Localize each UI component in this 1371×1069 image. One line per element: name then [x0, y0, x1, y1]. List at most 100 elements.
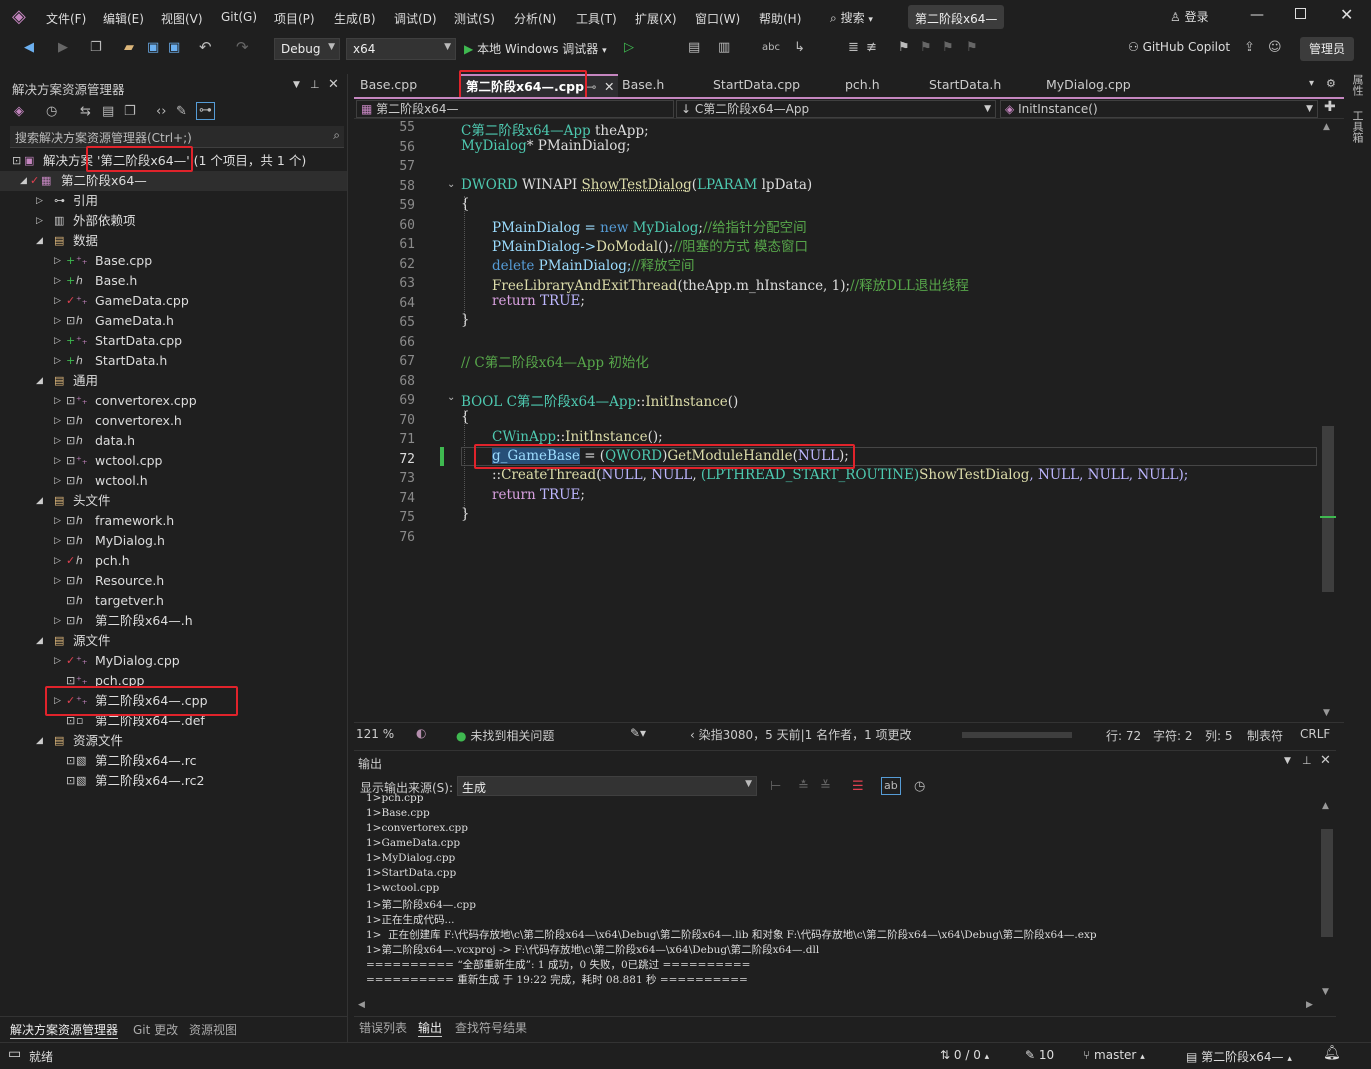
close-icon[interactable]: ✕: [604, 76, 614, 98]
repo-indicator[interactable]: ▤ 第二阶段x64— ▴: [1186, 1048, 1292, 1065]
start-without-debug-icon[interactable]: ▷: [624, 40, 634, 56]
start-debug-button[interactable]: ▶ 本地 Windows 调试器 ▾: [464, 40, 607, 57]
collapsed-icon[interactable]: ▷: [54, 291, 61, 311]
menu-tools[interactable]: 工具(T): [576, 10, 617, 27]
menu-extensions[interactable]: 扩展(X): [635, 10, 677, 27]
output-hscroll[interactable]: ◀ ▶: [354, 1000, 1318, 1014]
uncomment-icon[interactable]: ≢: [866, 40, 877, 56]
branch-indicator[interactable]: ⑂ master ▴: [1083, 1048, 1145, 1062]
bookmark-clear-icon[interactable]: ⚑: [966, 40, 978, 56]
char-indicator[interactable]: 字符: 2: [1153, 727, 1193, 744]
forward-icon[interactable]: ▶: [58, 40, 68, 56]
expanded-icon[interactable]: ◢: [36, 371, 43, 391]
project-node[interactable]: ◢ ✓ ▦ 第二阶段x64—: [0, 171, 347, 191]
collapse-icon[interactable]: ▤: [102, 104, 114, 120]
output-scrollbar[interactable]: ▲ ▼: [1320, 801, 1334, 1001]
new-project-icon[interactable]: ❐: [90, 40, 102, 56]
scroll-up-icon[interactable]: ▲: [1322, 801, 1329, 811]
global-search[interactable]: ⌕ 搜索 ▾: [830, 9, 873, 26]
tab-base-cpp[interactable]: Base.cpp: [354, 74, 458, 98]
platform-select[interactable]: x64 ▼: [346, 38, 456, 60]
login-button[interactable]: ♙ 登录: [1170, 8, 1209, 25]
prev-message-icon[interactable]: ≛: [798, 779, 809, 795]
menu-edit[interactable]: 编辑(E): [103, 10, 144, 27]
scroll-down-icon[interactable]: ▼: [1323, 708, 1330, 718]
settings-icon[interactable]: ⚙: [1326, 77, 1336, 90]
show-all-icon[interactable]: ❐: [124, 104, 136, 120]
menu-test[interactable]: 测试(S): [454, 10, 495, 27]
preview-icon[interactable]: ⊶: [196, 102, 215, 120]
scroll-thumb[interactable]: [1321, 829, 1333, 937]
collapsed-icon[interactable]: ▷: [54, 431, 61, 451]
next-message-icon[interactable]: ≚: [820, 779, 831, 795]
tab-output[interactable]: 输出: [418, 1019, 443, 1037]
col-indicator[interactable]: 列: 5: [1205, 727, 1233, 744]
menu-git[interactable]: Git(G): [221, 10, 257, 24]
tab-find-symbol[interactable]: 查找符号结果: [455, 1019, 527, 1036]
collapsed-icon[interactable]: ▷: [54, 271, 61, 291]
eol-indicator[interactable]: CRLF: [1300, 727, 1330, 741]
menu-project[interactable]: 项目(P): [274, 10, 315, 27]
collapsed-icon[interactable]: ▷: [54, 311, 61, 331]
scroll-left-icon[interactable]: ◀: [358, 1000, 365, 1010]
scroll-up-icon[interactable]: ▲: [1323, 122, 1330, 132]
menu-help[interactable]: 帮助(H): [759, 10, 801, 27]
pin-icon[interactable]: ⊥: [1302, 754, 1312, 767]
tab-resource-view[interactable]: 资源视图: [189, 1021, 237, 1038]
issues-indicator[interactable]: ● 未找到相关问题: [456, 727, 554, 744]
git-changes-indicator[interactable]: ⇅ 0 / 0 ▴: [940, 1048, 989, 1062]
maximize-button[interactable]: [1295, 8, 1306, 19]
scroll-down-icon[interactable]: ▼: [1322, 987, 1329, 997]
save-all-icon[interactable]: ▣: [168, 40, 180, 56]
tab-error-list[interactable]: 错误列表: [359, 1019, 407, 1036]
blame-info[interactable]: ‹ 染指3080，5 天前|1 名作者，1 项更改: [690, 726, 912, 743]
collapsed-icon[interactable]: ▷: [54, 331, 61, 351]
tab-pch-h[interactable]: pch.h: [839, 74, 921, 98]
notification-bell-icon[interactable]: 🔔︎: [1323, 1045, 1341, 1061]
collapsed-icon[interactable]: ▷: [54, 551, 61, 571]
menu-file[interactable]: 文件(F): [46, 10, 86, 27]
scroll-thumb[interactable]: [1322, 426, 1334, 592]
menu-view[interactable]: 视图(V): [161, 10, 203, 27]
editor-scrollbar[interactable]: ▲ ▼: [1320, 120, 1336, 720]
tab-solution-explorer[interactable]: 解决方案资源管理器: [10, 1021, 119, 1039]
config-select[interactable]: Debug ▼: [274, 38, 340, 60]
spell-icon[interactable]: abc: [762, 40, 780, 56]
member-dropdown[interactable]: ◈ InitInstance() ▼: [1000, 100, 1318, 118]
back-icon[interactable]: ◀: [24, 40, 34, 56]
save-icon[interactable]: ▣: [147, 40, 159, 56]
tab-startdata-h[interactable]: StartData.h: [923, 74, 1039, 98]
tab-git-changes[interactable]: Git 更改: [133, 1021, 178, 1038]
close-icon[interactable]: ✕: [328, 77, 339, 92]
tab-mydialog-cpp[interactable]: MyDialog.cpp: [1040, 74, 1170, 98]
history-icon[interactable]: ◷: [46, 104, 57, 120]
step-icon[interactable]: ↳: [794, 40, 805, 56]
expanded-icon[interactable]: ◢: [36, 231, 43, 251]
pin-icon[interactable]: ⊥: [310, 78, 320, 91]
menu-window[interactable]: 窗口(W): [695, 10, 740, 27]
collapsed-icon[interactable]: ▷: [54, 531, 61, 551]
clock-icon[interactable]: ◷: [914, 779, 925, 795]
menu-build[interactable]: 生成(B): [334, 10, 376, 27]
vs-logo-icon[interactable]: ◈: [12, 7, 32, 27]
class-dropdown[interactable]: ↓ C第二阶段x64—App ▼: [676, 100, 996, 118]
collapsed-icon[interactable]: ▷: [54, 451, 61, 471]
share-icon[interactable]: ⇪: [1244, 40, 1255, 56]
brush-icon[interactable]: ✎▾: [630, 726, 646, 740]
chevron-down-icon[interactable]: ▼: [1284, 756, 1291, 766]
tab-list-icon[interactable]: ▾: [1309, 78, 1314, 89]
open-folder-icon[interactable]: ▰: [124, 40, 134, 56]
feedback-icon[interactable]: ☺: [1268, 40, 1282, 56]
expanded-icon[interactable]: ◢: [36, 631, 43, 651]
line-indicator[interactable]: 行: 72: [1106, 727, 1141, 744]
layout-icon[interactable]: ▥: [718, 40, 730, 56]
redo-icon[interactable]: ↷: [236, 39, 249, 55]
folder-view-icon[interactable]: ▤: [688, 40, 700, 56]
undo-icon[interactable]: ↶: [199, 39, 212, 55]
clear-all-icon[interactable]: ☰: [852, 779, 864, 795]
solution-search-input[interactable]: 搜索解决方案资源管理器(Ctrl+;) ⌕: [10, 126, 344, 148]
sync-icon[interactable]: ⇆: [80, 104, 91, 120]
tab-base-h[interactable]: Base.h: [616, 74, 706, 98]
side-tab-toolbox[interactable]: 工具箱: [1347, 110, 1364, 143]
vs-icon[interactable]: ◈: [14, 104, 24, 120]
